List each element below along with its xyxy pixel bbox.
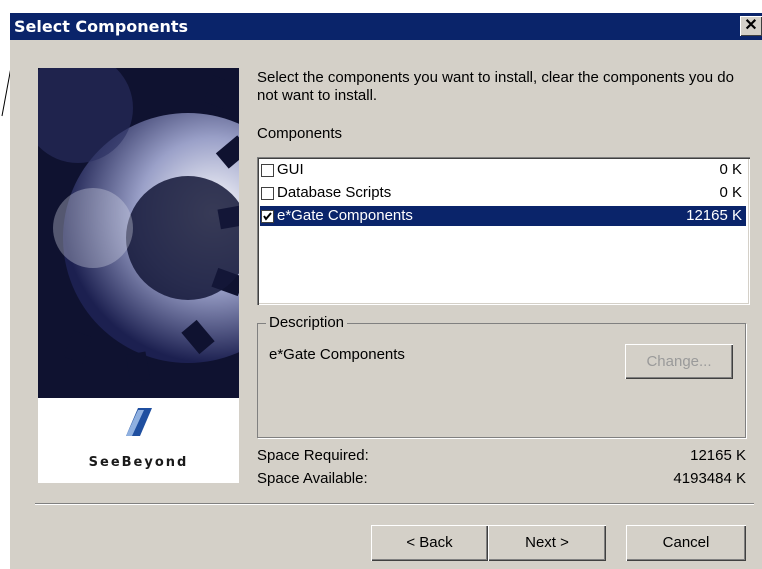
back-button[interactable]: < Back	[371, 525, 488, 561]
change-button[interactable]: Change...	[625, 344, 733, 379]
checkmark-icon	[263, 212, 272, 221]
logo-panel: SeeBeyond	[38, 398, 239, 483]
components-label: Components	[257, 125, 343, 142]
component-item-gui[interactable]: GUI 0 K	[260, 160, 746, 180]
components-list[interactable]: GUI 0 K Database Scripts 0 K e*Gate Comp…	[257, 157, 750, 305]
component-name: e*Gate Components	[277, 207, 413, 224]
checkbox-checked[interactable]	[261, 210, 274, 223]
component-name: GUI	[277, 161, 304, 178]
gears-image	[38, 68, 239, 398]
dialog-title: Select Components	[14, 17, 189, 36]
next-button[interactable]: Next >	[488, 525, 606, 561]
space-required-label: Space Required:	[257, 447, 369, 464]
component-size: 0 K	[719, 161, 742, 178]
instructions-text: Select the components you want to instal…	[257, 69, 734, 104]
component-item-egate-components[interactable]: e*Gate Components 12165 K	[260, 206, 746, 226]
checkbox[interactable]	[261, 164, 274, 177]
select-components-dialog: Select Components ✕ SeeBeyond Select the…	[10, 13, 762, 569]
gear-illustration	[38, 68, 239, 398]
space-available-label: Space Available:	[257, 470, 368, 487]
component-size: 0 K	[719, 184, 742, 201]
space-required-value: 12165 K	[690, 447, 746, 464]
cancel-button[interactable]: Cancel	[626, 525, 746, 561]
component-name: Database Scripts	[277, 184, 392, 201]
description-text: e*Gate Components	[269, 346, 405, 363]
title-bar: Select Components ✕	[10, 13, 762, 40]
description-group: Description	[257, 314, 746, 438]
component-item-database-scripts[interactable]: Database Scripts 0 K	[260, 183, 746, 203]
component-size: 12165 K	[686, 207, 742, 224]
separator	[35, 503, 754, 505]
close-icon: ✕	[744, 17, 758, 34]
seebeyond-logo-text: SeeBeyond	[88, 455, 189, 470]
seebeyond-logo-icon	[126, 408, 152, 436]
checkbox[interactable]	[261, 187, 274, 200]
close-button[interactable]: ✕	[740, 16, 762, 36]
space-available-value: 4193484 K	[673, 470, 746, 487]
description-legend: Description	[266, 314, 348, 331]
